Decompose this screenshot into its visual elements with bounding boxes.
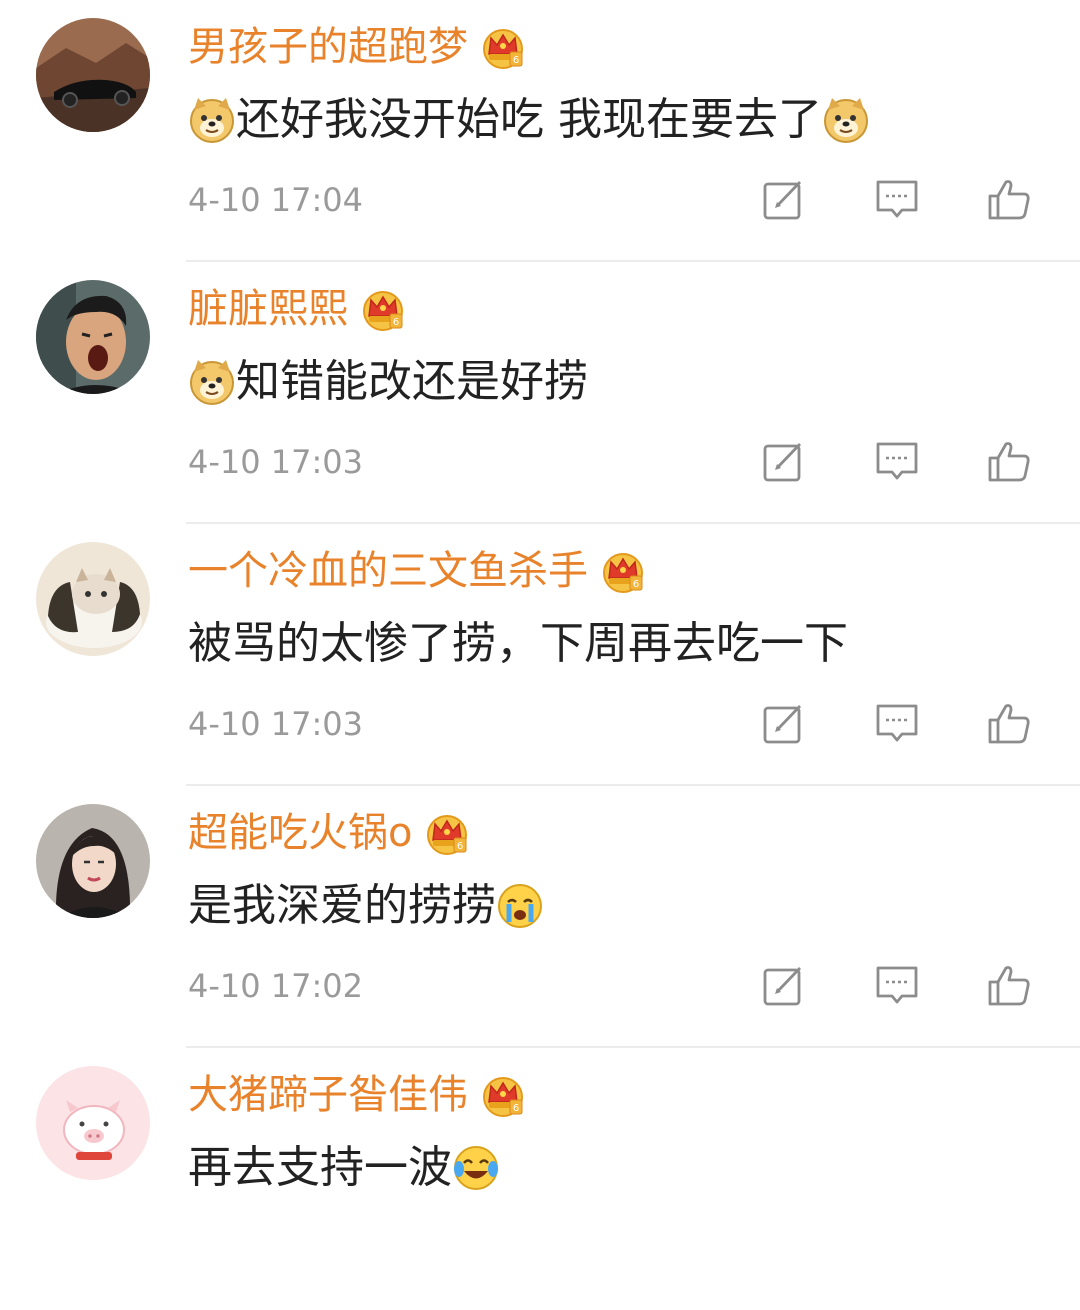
like-icon <box>986 176 1032 222</box>
repost-button[interactable] <box>760 962 806 1008</box>
vip-crown-icon <box>600 548 646 594</box>
timestamp: 4-10 17:03 <box>188 705 364 743</box>
comment-item: 超能吃火锅o 是我深爱的捞捞 4-10 17:02 <box>0 786 1080 1048</box>
username[interactable]: 脏脏熙熙 <box>188 280 348 338</box>
timestamp: 4-10 17:03 <box>188 443 364 481</box>
repost-button[interactable] <box>760 176 806 222</box>
comment-text: 还好我没开始吃 我现在要去了 <box>188 88 870 152</box>
comment-icon <box>874 438 920 484</box>
avatar[interactable] <box>36 18 150 132</box>
laugh-cry-emoji <box>452 1144 500 1192</box>
comment-text: 被骂的太惨了捞，下周再去吃一下 <box>188 612 848 676</box>
comment-button[interactable] <box>874 962 920 1008</box>
comment-item: 大猪蹄子昝佳伟 再去支持一波 <box>0 1048 1080 1310</box>
vip-crown-icon <box>360 286 406 332</box>
doge-emoji <box>188 358 236 406</box>
like-button[interactable] <box>986 176 1032 222</box>
vip-crown-icon <box>424 810 470 856</box>
like-icon <box>986 700 1032 746</box>
comment-item: 一个冷血的三文鱼杀手 被骂的太惨了捞，下周再去吃一下 4-10 17:03 <box>0 524 1080 786</box>
username[interactable]: 超能吃火锅o <box>188 804 412 862</box>
repost-icon <box>760 700 806 746</box>
timestamp: 4-10 17:02 <box>188 967 364 1005</box>
username[interactable]: 大猪蹄子昝佳伟 <box>188 1066 468 1124</box>
pink-pig-avatar <box>36 1066 150 1180</box>
comment-text-content: 知错能改还是好捞 <box>236 356 588 407</box>
repost-button[interactable] <box>760 438 806 484</box>
comment-item: 男孩子的超跑梦 还好我没开始吃 我现在要去了 4-10 17:04 <box>0 0 1080 262</box>
like-button[interactable] <box>986 962 1032 1008</box>
crying-emoji <box>496 882 544 930</box>
timestamp: 4-10 17:04 <box>188 181 364 219</box>
comment-icon <box>874 700 920 746</box>
comment-text-content: 还好我没开始吃 我现在要去了 <box>236 94 822 145</box>
like-button[interactable] <box>986 700 1032 746</box>
comment-item: 脏脏熙熙 知错能改还是好捞 4-10 17:03 <box>0 262 1080 524</box>
like-icon <box>986 962 1032 1008</box>
username[interactable]: 男孩子的超跑梦 <box>188 18 468 76</box>
username[interactable]: 一个冷血的三文鱼杀手 <box>188 542 588 600</box>
comment-button[interactable] <box>874 700 920 746</box>
comment-text: 知错能改还是好捞 <box>188 350 588 414</box>
comment-text-content: 再去支持一波 <box>188 1142 452 1193</box>
repost-icon <box>760 176 806 222</box>
repost-icon <box>760 962 806 1008</box>
like-icon <box>986 438 1032 484</box>
vip-crown-icon <box>480 24 526 70</box>
repost-button[interactable] <box>760 700 806 746</box>
sports-car-avatar <box>36 18 150 132</box>
comment-text-content: 被骂的太惨了捞，下周再去吃一下 <box>188 618 848 669</box>
cat-sushi-avatar <box>36 542 150 656</box>
comment-icon <box>874 176 920 222</box>
doge-emoji <box>188 96 236 144</box>
comment-text: 是我深爱的捞捞 <box>188 874 544 938</box>
like-button[interactable] <box>986 438 1032 484</box>
comment-button[interactable] <box>874 438 920 484</box>
comment-button[interactable] <box>874 176 920 222</box>
avatar[interactable] <box>36 542 150 656</box>
yawning-man-avatar <box>36 280 150 394</box>
comment-text-content: 是我深爱的捞捞 <box>188 880 496 931</box>
avatar[interactable] <box>36 804 150 918</box>
repost-icon <box>760 438 806 484</box>
vip-crown-icon <box>480 1072 526 1118</box>
woman-portrait-avatar <box>36 804 150 918</box>
comment-text: 再去支持一波 <box>188 1136 500 1200</box>
comment-icon <box>874 962 920 1008</box>
avatar[interactable] <box>36 280 150 394</box>
avatar[interactable] <box>36 1066 150 1180</box>
doge-emoji <box>822 96 870 144</box>
